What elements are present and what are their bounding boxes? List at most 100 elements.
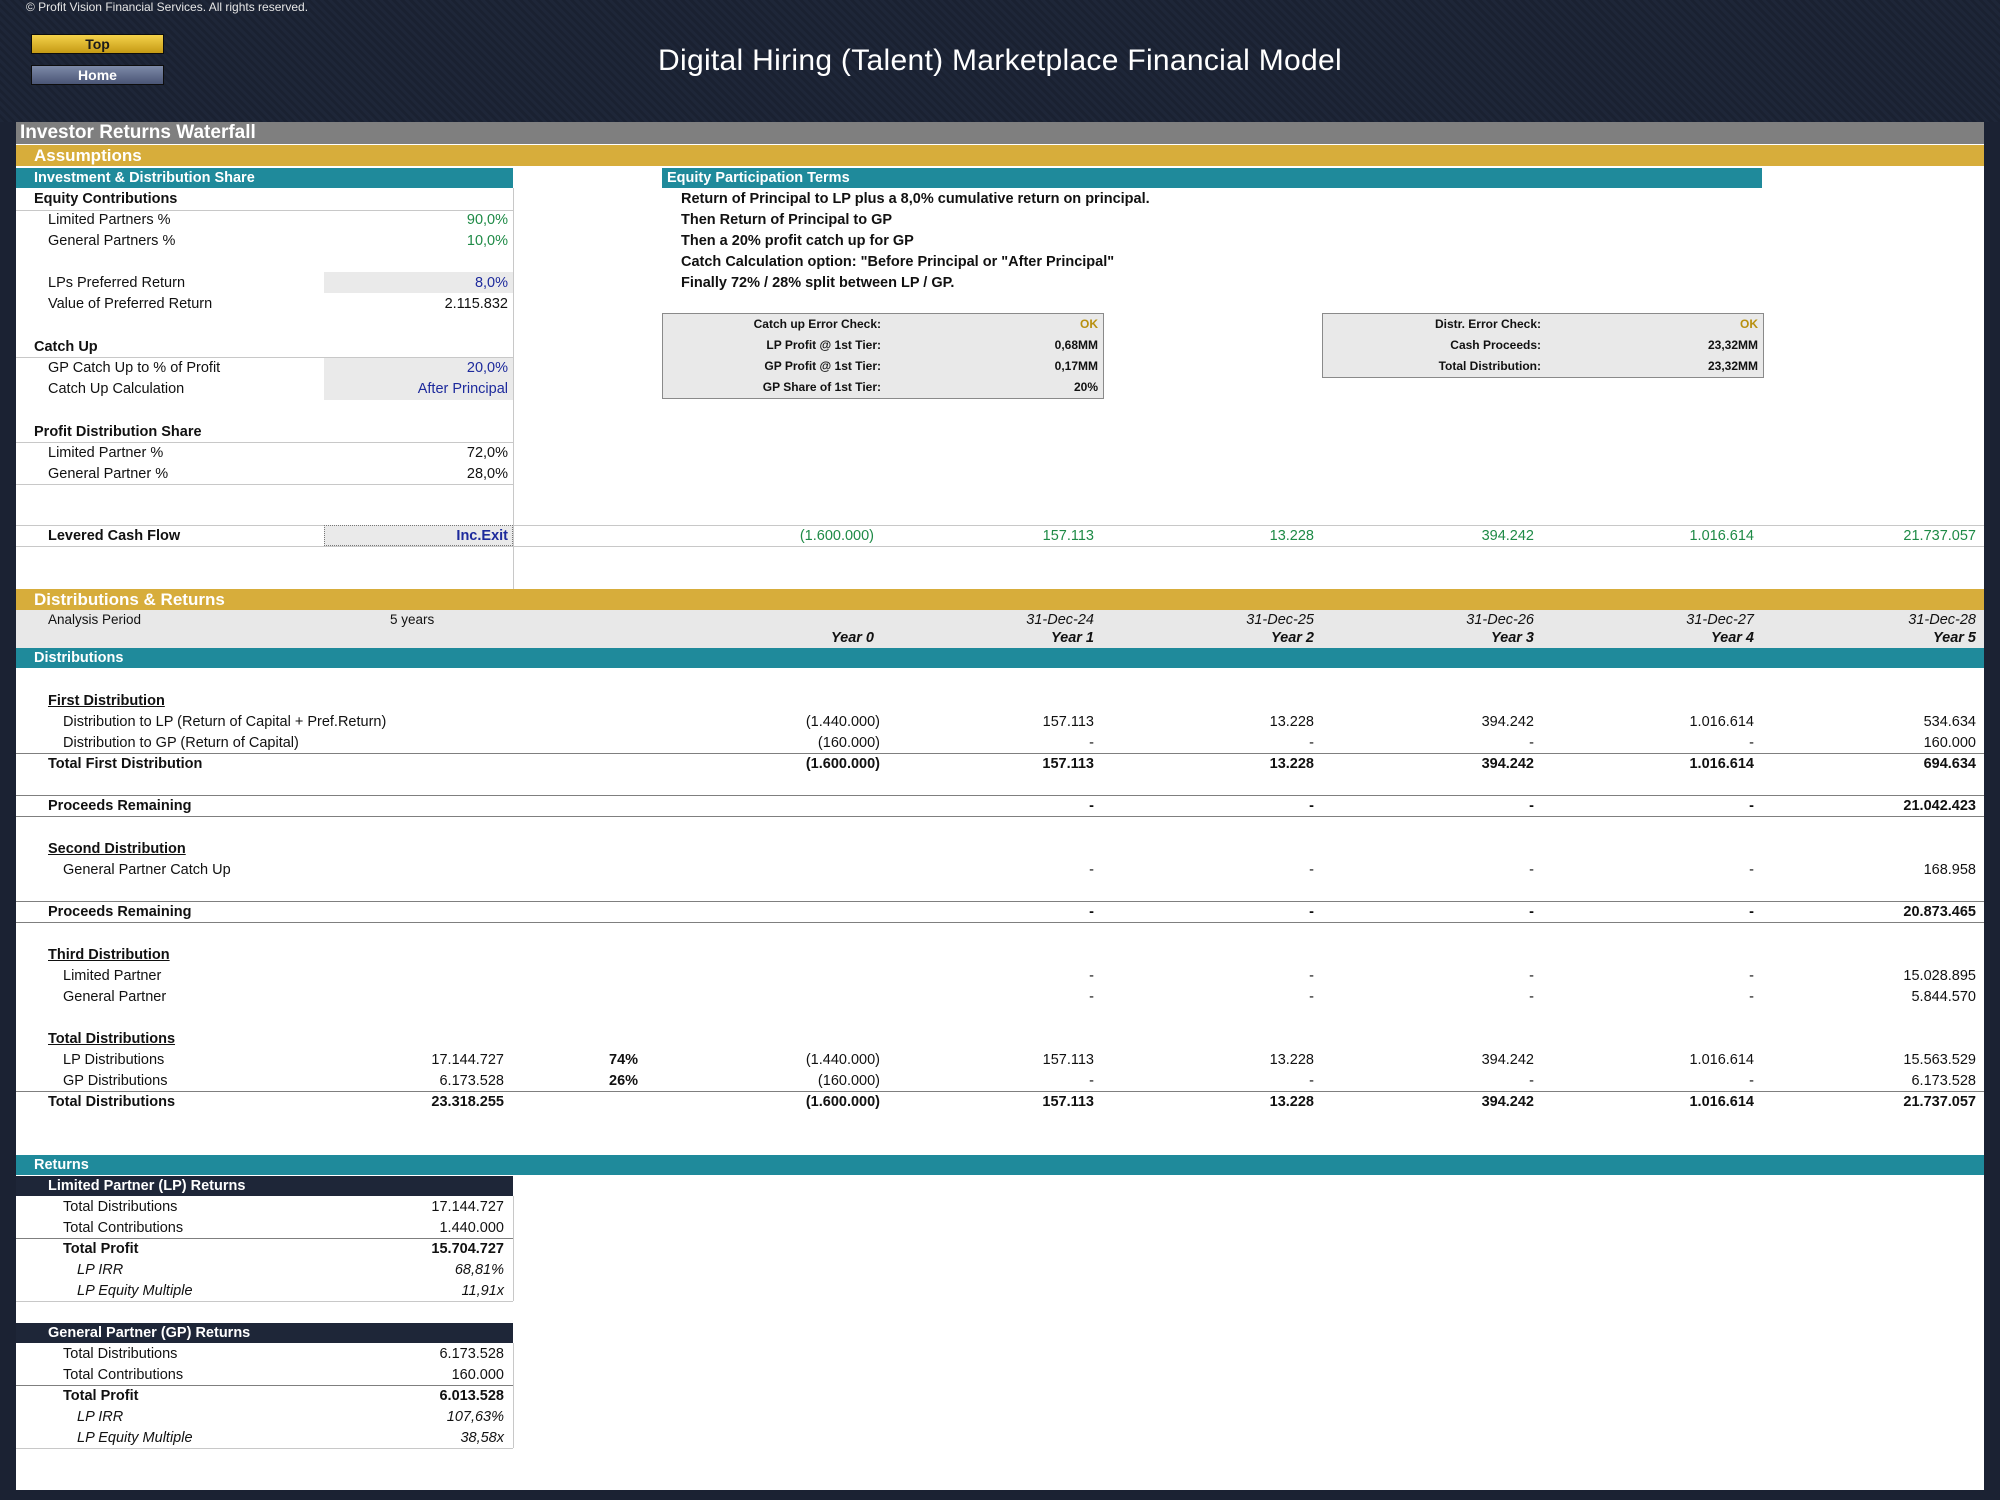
copyright-text: © Profit Vision Financial Services. All … [26, 0, 309, 14]
catch-up-calc-select[interactable]: After Principal [316, 381, 508, 397]
first-total-value: 394.242 [1481, 756, 1534, 772]
total-divider [16, 816, 1984, 817]
first-gp-value: - [1749, 735, 1754, 751]
gp-ret-label: Total Contributions [63, 1367, 184, 1383]
total-divider [16, 1385, 513, 1386]
total-divider [16, 795, 1984, 796]
gp-dist-value: - [1529, 1073, 1534, 1089]
date-year5: 31-Dec-28 [1908, 612, 1976, 628]
check-label: Cash Proceeds: [1450, 338, 1541, 352]
pref-return-value: 2.115.832 [444, 296, 508, 312]
third-lp-value: - [1089, 968, 1094, 984]
levered-cf-year4: 1.016.614 [1689, 528, 1754, 544]
lp-dist-value: 15.563.529 [1903, 1052, 1976, 1068]
levered-cf-year1: 157.113 [1042, 528, 1094, 544]
gp-catch-up-row-value: - [1529, 862, 1534, 878]
lp-returns-header: Limited Partner (LP) Returns [16, 1176, 513, 1196]
lp-ret-value: 1.440.000 [439, 1220, 504, 1236]
first-total-value: 694.634 [1923, 756, 1976, 772]
date-year4: 31-Dec-27 [1686, 612, 1754, 628]
gp-profit-share-value: 28,0% [466, 466, 508, 482]
assumptions-section-header: Assumptions [16, 145, 1984, 166]
grand-total-sum: 23.318.255 [431, 1094, 504, 1110]
row-divider [16, 484, 513, 485]
third-lp-value: - [1529, 968, 1534, 984]
first-lp-value: (1.440.000) [805, 714, 880, 730]
lp-dist-value: 157.113 [1042, 1052, 1094, 1068]
distributions-header: Distributions [16, 648, 1984, 668]
lp-percent-value[interactable]: 90,0% [316, 212, 508, 228]
third-gp-value: - [1089, 989, 1094, 1005]
third-lp-label: Limited Partner [63, 968, 162, 984]
check-label: GP Share of 1st Tier: [762, 380, 881, 394]
panel-border [513, 1343, 514, 1448]
gp-ret-label: Total Distributions [63, 1346, 178, 1362]
total-divider [16, 901, 1984, 902]
second-remaining-value: - [1749, 904, 1754, 920]
row-divider [16, 546, 1984, 547]
first-lp-value: 534.634 [1923, 714, 1976, 730]
profit-share-label: Profit Distribution Share [34, 424, 202, 440]
first-total-value: 157.113 [1042, 756, 1094, 772]
page-title: Digital Hiring (Talent) Marketplace Fina… [658, 44, 1342, 77]
year-label: Year 4 [1711, 630, 1754, 646]
gp-distributions-label: GP Distributions [63, 1073, 168, 1089]
second-remaining-value: 20.873.465 [1903, 904, 1976, 920]
first-remaining-value: - [1749, 798, 1754, 814]
gp-catch-up-row-value: - [1309, 862, 1314, 878]
gp-distributions-sum: 6.173.528 [439, 1073, 504, 1089]
lp-ret-value: 17.144.727 [431, 1199, 504, 1215]
lp-distributions-sum: 17.144.727 [431, 1052, 504, 1068]
total-divider [16, 1091, 1984, 1092]
catch-up-label: Catch Up [34, 339, 98, 355]
distribution-check-box: Distr. Error Check: OK Cash Proceeds: 23… [1322, 313, 1764, 378]
lp-profit-share-label: Limited Partner % [48, 445, 164, 461]
gp-percent-value[interactable]: 10,0% [316, 233, 508, 249]
year-label: Year 3 [1491, 630, 1534, 646]
total-divider [16, 922, 1984, 923]
total-distributions-label: Total Distributions [48, 1031, 176, 1047]
gp-ret-value: 6.013.528 [439, 1388, 504, 1404]
year-label: Year 2 [1271, 630, 1314, 646]
gp-ret-label: LP Equity Multiple [77, 1430, 193, 1446]
gp-ret-value: 38,58x [460, 1430, 504, 1446]
first-lp-value: 1.016.614 [1689, 714, 1754, 730]
date-year1: 31-Dec-24 [1026, 612, 1094, 628]
gp-ret-label: Total Profit [63, 1388, 139, 1404]
term-line: Return of Principal to LP plus a 8,0% cu… [681, 191, 1150, 207]
lp-profit-share-value: 72,0% [466, 445, 508, 461]
second-remaining-value: - [1089, 904, 1094, 920]
first-remaining-value: - [1089, 798, 1094, 814]
date-year2: 31-Dec-25 [1246, 612, 1314, 628]
check-value: 0,17MM [1054, 359, 1098, 373]
lp-percent-label: Limited Partners % [48, 212, 171, 228]
analysis-period-value: 5 years [390, 612, 435, 627]
top-button[interactable]: Top [31, 34, 164, 54]
third-gp-value: - [1749, 989, 1754, 1005]
lp-ret-value: 68,81% [454, 1262, 504, 1278]
gp-distributions-pct: 26% [609, 1073, 639, 1089]
third-gp-value: - [1529, 989, 1534, 1005]
grand-total-value: 157.113 [1042, 1094, 1094, 1110]
pref-return-input[interactable]: 8,0% [316, 275, 508, 291]
levered-cf-year3: 394.242 [1481, 528, 1534, 544]
gp-dist-value: 6.173.528 [1911, 1073, 1976, 1089]
check-value: OK [1080, 317, 1098, 331]
third-gp-label: General Partner [63, 989, 167, 1005]
second-distribution-label: Second Distribution [48, 841, 186, 857]
gp-catch-up-input[interactable]: 20,0% [316, 360, 508, 376]
first-gp-value: - [1309, 735, 1314, 751]
check-value: 23,32MM [1707, 338, 1758, 352]
check-value: OK [1740, 317, 1758, 331]
first-remaining-value: 21.042.423 [1903, 798, 1976, 814]
levered-option-select[interactable]: Inc.Exit [316, 528, 508, 544]
term-line: Then Return of Principal to GP [681, 212, 893, 228]
term-line: Finally 72% / 28% split between LP / GP. [681, 275, 955, 291]
row-divider [16, 1301, 513, 1302]
gp-dist-value: (160.000) [817, 1073, 880, 1089]
check-value: 0,68MM [1054, 338, 1098, 352]
home-button[interactable]: Home [31, 65, 164, 85]
gp-catch-up-label: GP Catch Up to % of Profit [48, 360, 221, 376]
analysis-period-label: Analysis Period [48, 612, 142, 627]
row-divider [16, 442, 513, 443]
